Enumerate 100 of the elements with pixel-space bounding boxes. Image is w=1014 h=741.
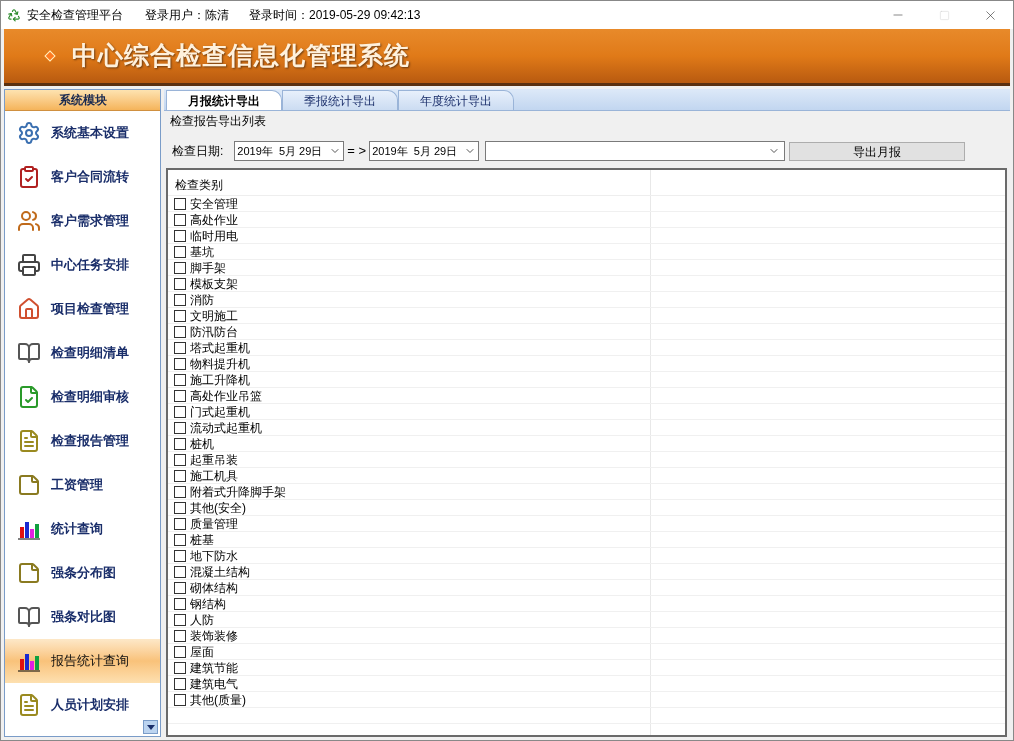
checkbox[interactable] bbox=[174, 661, 186, 674]
category-label: 流动式起重机 bbox=[190, 420, 262, 435]
checkbox[interactable] bbox=[174, 261, 186, 274]
login-time: 登录时间：2019-05-29 09:42:13 bbox=[249, 7, 421, 24]
checkbox[interactable] bbox=[174, 565, 186, 578]
book-icon bbox=[17, 341, 41, 365]
checkbox[interactable] bbox=[174, 245, 186, 258]
sidebar-item[interactable]: 人员计划安排 bbox=[5, 683, 160, 727]
checkbox[interactable] bbox=[174, 389, 186, 402]
sidebar-item[interactable]: 统计查询 bbox=[5, 507, 160, 551]
category-label: 其他(质量) bbox=[190, 692, 246, 707]
tab[interactable]: 月报统计导出 bbox=[166, 90, 282, 110]
category-label: 临时用电 bbox=[190, 228, 238, 243]
checkbox[interactable] bbox=[174, 213, 186, 226]
checkbox[interactable] bbox=[174, 453, 186, 466]
range-separator: = > bbox=[347, 142, 367, 161]
checkbox[interactable] bbox=[174, 437, 186, 450]
category-label: 门式起重机 bbox=[190, 404, 250, 419]
category-label: 施工升降机 bbox=[190, 372, 250, 387]
sidebar-item[interactable]: 检查明细审核 bbox=[5, 375, 160, 419]
checkbox[interactable] bbox=[174, 645, 186, 658]
sidebar-item[interactable]: 强条分布图 bbox=[5, 551, 160, 595]
category-label: 基坑 bbox=[190, 244, 214, 259]
category-label: 屋面 bbox=[190, 644, 214, 659]
category-label: 建筑电气 bbox=[190, 676, 238, 691]
checkbox[interactable] bbox=[174, 501, 186, 514]
category-label: 混凝土结构 bbox=[190, 564, 250, 579]
checkbox[interactable] bbox=[174, 533, 186, 546]
checkbox[interactable] bbox=[174, 405, 186, 418]
app-icon bbox=[7, 8, 21, 22]
checkbox[interactable] bbox=[174, 421, 186, 434]
checkbox[interactable] bbox=[174, 597, 186, 610]
sidebar-item[interactable]: 客户合同流转 bbox=[5, 155, 160, 199]
date-from-picker[interactable]: 2019年 5月 29日 bbox=[234, 141, 345, 161]
category-label: 钢结构 bbox=[190, 596, 226, 611]
checkbox[interactable] bbox=[174, 309, 186, 322]
category-label: 人防 bbox=[190, 612, 214, 627]
people-icon bbox=[17, 209, 41, 233]
checkbox[interactable] bbox=[174, 677, 186, 690]
sidebar-item[interactable]: 系统基本设置 bbox=[5, 111, 160, 155]
checkbox[interactable] bbox=[174, 373, 186, 386]
login-user: 登录用户：陈清 bbox=[145, 7, 229, 24]
date-to-picker[interactable]: 2019年 5月 29日 bbox=[369, 141, 480, 161]
category-label: 砌体结构 bbox=[190, 580, 238, 595]
tab[interactable]: 季报统计导出 bbox=[282, 90, 398, 110]
note-icon bbox=[17, 561, 41, 585]
sidebar-item[interactable]: 检查报告管理 bbox=[5, 419, 160, 463]
sidebar-item[interactable]: 工资管理 bbox=[5, 463, 160, 507]
checkbox[interactable] bbox=[174, 693, 186, 706]
category-label: 附着式升降脚手架 bbox=[190, 484, 286, 499]
maximize-icon bbox=[938, 9, 950, 21]
checkbox[interactable] bbox=[174, 613, 186, 626]
window-title: 安全检查管理平台 bbox=[27, 7, 123, 24]
settings-icon bbox=[17, 121, 41, 145]
checkbox[interactable] bbox=[174, 341, 186, 354]
checkbox[interactable] bbox=[174, 517, 186, 530]
tab[interactable]: 年度统计导出 bbox=[398, 90, 514, 110]
dropdown-field[interactable] bbox=[485, 141, 786, 161]
document-icon bbox=[17, 429, 41, 453]
scroll-down-button[interactable] bbox=[143, 720, 158, 734]
checkbox[interactable] bbox=[174, 197, 186, 210]
checkbox[interactable] bbox=[174, 325, 186, 338]
sidebar-item[interactable]: 客户需求管理 bbox=[5, 199, 160, 243]
category-label: 质量管理 bbox=[190, 516, 238, 531]
category-label: 起重吊装 bbox=[190, 452, 238, 467]
category-label: 桩基 bbox=[190, 532, 214, 547]
checkbox[interactable] bbox=[174, 277, 186, 290]
category-label: 桩机 bbox=[190, 436, 214, 451]
sidebar-item[interactable]: 报告统计查询 bbox=[5, 639, 160, 683]
category-label: 施工机具 bbox=[190, 468, 238, 483]
category-label: 高处作业吊篮 bbox=[190, 388, 262, 403]
sidebar-item[interactable]: 检查明细清单 bbox=[5, 331, 160, 375]
column-header: 检查类别 bbox=[168, 170, 651, 195]
category-label: 防汛防台 bbox=[190, 324, 238, 339]
category-label: 建筑节能 bbox=[190, 660, 238, 675]
checkbox[interactable] bbox=[174, 549, 186, 562]
checkbox[interactable] bbox=[174, 629, 186, 642]
category-label: 文明施工 bbox=[190, 308, 238, 323]
checkbox[interactable] bbox=[174, 229, 186, 242]
checkbox[interactable] bbox=[174, 581, 186, 594]
checkbox[interactable] bbox=[174, 357, 186, 370]
checkbox[interactable] bbox=[174, 293, 186, 306]
category-label: 装饰装修 bbox=[190, 628, 238, 643]
category-label: 物料提升机 bbox=[190, 356, 250, 371]
sidebar-item[interactable]: 项目检查管理 bbox=[5, 287, 160, 331]
sidebar-item[interactable]: 中心任务安排 bbox=[5, 243, 160, 287]
export-button[interactable]: 导出月报 bbox=[789, 141, 966, 161]
clipboard-icon bbox=[17, 165, 41, 189]
sidebar-item[interactable]: 强条对比图 bbox=[5, 595, 160, 639]
category-label: 安全管理 bbox=[190, 196, 238, 211]
category-label: 模板支架 bbox=[190, 276, 238, 291]
checkbox[interactable] bbox=[174, 469, 186, 482]
banner-title: 中心综合检查信息化管理系统 bbox=[72, 40, 410, 72]
sidebar-header: 系统模块 bbox=[5, 90, 160, 111]
category-label: 塔式起重机 bbox=[190, 340, 250, 355]
house-icon bbox=[17, 297, 41, 321]
down-triangle-icon bbox=[146, 724, 155, 730]
book-icon bbox=[17, 605, 41, 629]
category-label: 地下防水 bbox=[190, 548, 238, 563]
checkbox[interactable] bbox=[174, 485, 186, 498]
